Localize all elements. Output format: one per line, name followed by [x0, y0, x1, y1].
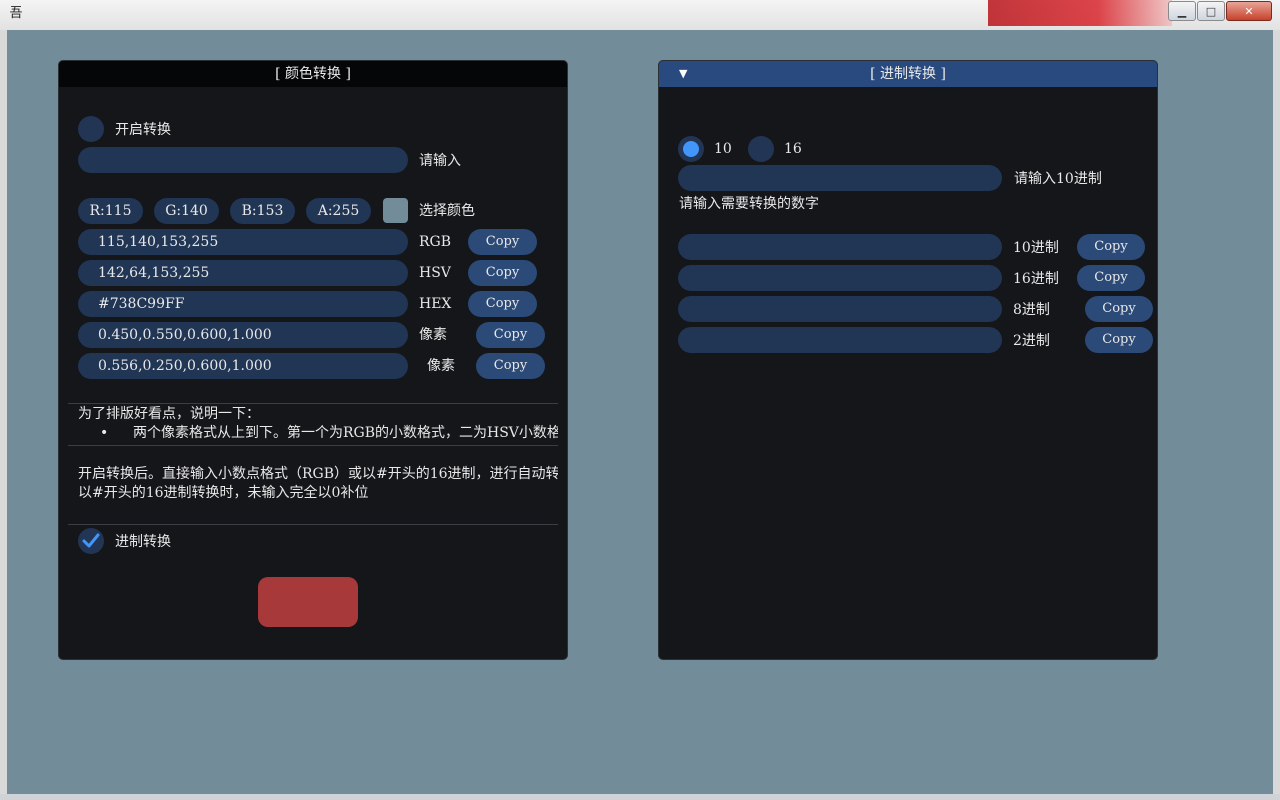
radio-selected-dot [683, 141, 699, 157]
note-bullet-text: 两个像素格式从上到下。第一个为RGB的小数格式，二为HSV小数格式 [133, 425, 558, 441]
enable-convert-radio[interactable] [78, 116, 104, 142]
radio-base-16[interactable] [748, 136, 774, 162]
base-panel-header[interactable]: ▼ [ 进制转换 ] [659, 61, 1157, 87]
base8-output-field[interactable] [678, 296, 1002, 322]
number-input-field[interactable] [678, 165, 1002, 191]
titlebar-decoration [988, 0, 1172, 26]
hsv-float-label: 像素 [427, 358, 455, 374]
number-prompt: 请输入需要转换的数字 [679, 196, 819, 212]
radio-base-10-label: 10 [714, 141, 732, 157]
description-line-1: 开启转换后。直接输入小数点格式（RGB）或以#开头的16进制，进行自动转换 [78, 466, 558, 482]
hsv-label: HSV [419, 265, 451, 281]
copy-hex-button[interactable]: Copy [468, 291, 537, 317]
app-icon: 吾 [9, 6, 23, 21]
base-convert-panel: ▼ [ 进制转换 ] 10 16 请输入10进制 请输入需要转换的数字 10进制… [658, 60, 1158, 660]
red-action-button[interactable] [258, 577, 358, 627]
hsv-float-field[interactable]: 0.556,0.250,0.600,1.000 [78, 353, 408, 379]
copy-rgb-button[interactable]: Copy [468, 229, 537, 255]
close-button[interactable]: ✕ [1226, 1, 1272, 21]
divider [68, 403, 558, 404]
channel-g-input[interactable]: G:140 [154, 198, 219, 224]
base10-label: 10进制 [1013, 240, 1059, 256]
base16-label: 16进制 [1013, 271, 1059, 287]
base10-output-field[interactable] [678, 234, 1002, 260]
number-input-hint: 请输入10进制 [1014, 171, 1102, 187]
hsv-value-field[interactable]: 142,64,153,255 [78, 260, 408, 286]
rgb-label: RGB [419, 234, 452, 250]
window-titlebar: 吾 ▁ □ ✕ [0, 0, 1280, 30]
copy-base10-button[interactable]: Copy [1077, 234, 1145, 260]
taskbar-edge [0, 794, 1280, 800]
color-convert-panel: [ 颜色转换 ] 开启转换 请输入 R:115 G:140 B:153 A:25… [58, 60, 568, 660]
hex-label: HEX [419, 296, 452, 312]
divider [68, 524, 558, 525]
collapse-arrow-icon[interactable]: ▼ [679, 61, 687, 87]
rgb-value-field[interactable]: 115,140,153,255 [78, 229, 408, 255]
color-input-hint: 请输入 [419, 153, 461, 169]
channel-b-input[interactable]: B:153 [230, 198, 295, 224]
enable-convert-label: 开启转换 [115, 122, 171, 138]
description-line-2: 以#开头的16进制转换时，未输入完全以0补位 [78, 485, 369, 501]
note-block: 为了排版好看点，说明一下： • 两个像素格式从上到下。第一个为RGB的小数格式，… [78, 405, 558, 445]
description-block: 开启转换后。直接输入小数点格式（RGB）或以#开头的16进制，进行自动转换 以#… [78, 465, 558, 505]
app-canvas: [ 颜色转换 ] 开启转换 请输入 R:115 G:140 B:153 A:25… [7, 30, 1273, 794]
base2-label: 2进制 [1013, 333, 1050, 349]
base2-output-field[interactable] [678, 327, 1002, 353]
base16-output-field[interactable] [678, 265, 1002, 291]
copy-base8-button[interactable]: Copy [1085, 296, 1153, 322]
window-controls: ▁ □ ✕ [1167, 1, 1272, 21]
channel-a-input[interactable]: A:255 [306, 198, 371, 224]
pick-color-label: 选择颜色 [419, 203, 475, 219]
maximize-button[interactable]: □ [1197, 1, 1225, 21]
rgb-float-field[interactable]: 0.450,0.550,0.600,1.000 [78, 322, 408, 348]
bullet-icon: • [100, 425, 109, 441]
base-convert-checkbox[interactable] [78, 528, 104, 554]
color-panel-title[interactable]: [ 颜色转换 ] [59, 61, 567, 87]
base-convert-label: 进制转换 [115, 534, 171, 550]
hex-value-field[interactable]: #738C99FF [78, 291, 408, 317]
note-title: 为了排版好看点，说明一下： [78, 406, 260, 422]
color-swatch[interactable] [383, 198, 408, 223]
copy-hsv-button[interactable]: Copy [468, 260, 537, 286]
copy-base2-button[interactable]: Copy [1085, 327, 1153, 353]
copy-base16-button[interactable]: Copy [1077, 265, 1145, 291]
channel-r-input[interactable]: R:115 [78, 198, 143, 224]
copy-rgb-float-button[interactable]: Copy [476, 322, 545, 348]
rgb-float-label: 像素 [419, 327, 447, 343]
radio-base-16-label: 16 [784, 141, 802, 157]
checkmark-icon [82, 533, 100, 548]
minimize-button[interactable]: ▁ [1168, 1, 1196, 21]
copy-hsv-float-button[interactable]: Copy [476, 353, 545, 379]
divider [68, 445, 558, 446]
radio-base-10[interactable] [678, 136, 704, 162]
base8-label: 8进制 [1013, 302, 1050, 318]
base-panel-title: [ 进制转换 ] [870, 66, 946, 82]
color-input-field[interactable] [78, 147, 408, 173]
